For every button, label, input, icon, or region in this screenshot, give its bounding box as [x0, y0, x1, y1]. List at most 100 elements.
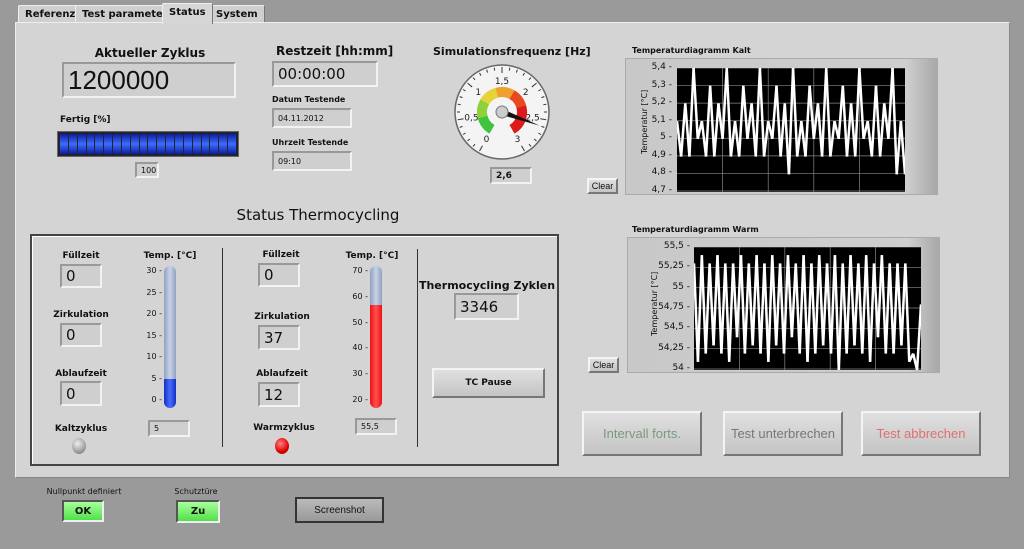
tab-status[interactable]: Status — [162, 3, 213, 24]
thermometer-scale-label: 20 - — [352, 395, 368, 404]
remaining-value: 00:00:00 — [272, 61, 378, 87]
progress-segment — [210, 134, 219, 154]
cold-temp-value: 5 — [148, 420, 190, 437]
cold-circ-label: Zirkulation — [53, 310, 109, 320]
warm-thermometer — [370, 266, 382, 408]
thermometer-scale-label: 30 - — [146, 266, 162, 275]
y-tick-label: 5,3 - — [651, 79, 672, 90]
warm-fill-label: Füllzeit — [262, 250, 300, 260]
zero-point-label: Nullpunkt definiert — [46, 487, 122, 496]
progress-label: Fertig [%] — [60, 115, 111, 125]
tc-pause-button[interactable]: TC Pause — [432, 368, 545, 398]
y-tick-label: 5 - — [660, 132, 672, 143]
cold-chart: Temperatur [°C] 5,4 -5,3 -5,2 -5,1 -5 -4… — [625, 58, 938, 195]
progress-segment — [192, 134, 201, 154]
progress-segment — [104, 134, 113, 154]
cold-clear-button[interactable]: Clear — [587, 178, 618, 194]
thermometer-scale-label: 30 - — [352, 369, 368, 379]
gauge-color-band — [495, 87, 515, 100]
y-tick-label: 54,75 - — [658, 302, 690, 312]
thermometer-scale-label: 25 - — [146, 287, 162, 297]
divider — [222, 248, 223, 447]
y-tick-label: 5,2 - — [651, 97, 672, 108]
progress-value: 100 — [135, 162, 159, 178]
tab-test-parameter[interactable]: Test parameter — [75, 5, 175, 23]
warm-fill-value: 0 — [258, 263, 300, 287]
cold-cycle-led — [72, 438, 86, 454]
gauge-tick-label: 0 — [484, 135, 490, 145]
cycles-label: Thermocycling Zyklen — [418, 279, 556, 292]
cold-thermometer — [164, 266, 176, 408]
thermometer-scale-label: 50 - — [352, 317, 368, 327]
thermometer-scale-label: 20 - — [146, 309, 162, 318]
gauge-tick — [493, 67, 496, 71]
divider — [417, 249, 418, 447]
cycles-value: 3346 — [454, 293, 519, 320]
cold-chart-title: Temperaturdiagramm Kalt — [632, 46, 751, 55]
thermometer-scale-label: 15 - — [146, 330, 162, 340]
progress-segment — [201, 134, 210, 154]
thermometer-scale-label: 0 - — [151, 395, 162, 404]
thermometer-scale-label: 10 - — [146, 352, 162, 361]
warm-cycle-label: Warmzyklus — [253, 423, 315, 433]
cold-temp-label: Temp. [°C] — [143, 251, 197, 261]
progress-bar — [57, 131, 239, 157]
progress-segment — [68, 134, 77, 154]
y-tick-label: 5,4 - — [651, 62, 672, 72]
progress-segment — [121, 134, 130, 154]
progress-segment — [183, 134, 192, 154]
safety-door-label: Schutztüre — [174, 487, 218, 496]
end-time-value: 09:10 — [272, 151, 352, 171]
gauge-label: Simulationsfrequenz [Hz] — [433, 45, 591, 58]
gauge-tick-label: 3 — [515, 135, 521, 145]
warm-drain-label: Ablaufzeit — [256, 369, 308, 379]
y-tick-label: 55 - — [672, 281, 690, 292]
progress-segment — [86, 134, 95, 154]
end-date-value: 04.11.2012 — [272, 108, 352, 128]
progress-segment — [130, 134, 139, 154]
y-tick-label: 4,9 - — [651, 149, 672, 160]
warm-cycle-led — [275, 438, 289, 454]
progress-segment — [60, 134, 68, 154]
gauge-value: 2,6 — [490, 167, 532, 184]
progress-segment — [77, 134, 86, 154]
y-tick-label: 54 - — [672, 363, 690, 373]
gauge-tick-label: 0,5 — [464, 113, 478, 123]
y-tick-label: 5,1 - — [651, 114, 672, 125]
abort-test-button[interactable]: Test abbrechen — [861, 411, 981, 456]
cold-circ-value: 0 — [60, 323, 102, 347]
warm-circ-label: Zirkulation — [254, 312, 310, 322]
gauge-tick-label: 1 — [475, 88, 481, 98]
tab-system[interactable]: System — [209, 5, 265, 23]
y-tick-label: 54,5 - — [663, 322, 690, 333]
progress-segment — [95, 134, 104, 154]
warm-temp-value: 55,5 — [355, 418, 397, 435]
end-date-label: Datum Testende — [272, 95, 346, 104]
y-tick-label: 54,25 - — [658, 342, 690, 353]
zero-point-indicator: OK — [62, 500, 104, 522]
continue-interval-button[interactable]: Intervall forts. — [582, 411, 702, 456]
warm-circ-value: 37 — [258, 325, 300, 350]
safety-door-indicator: Zu — [176, 500, 220, 523]
progress-segment — [157, 134, 166, 154]
progress-segment — [219, 134, 228, 154]
cold-drain-label: Ablaufzeit — [55, 369, 107, 379]
progress-segment — [113, 134, 121, 154]
cold-fill-label: Füllzeit — [62, 251, 100, 261]
warm-chart: Temperatur [°C] 55,5 -55,25 -55 -54,75 -… — [627, 237, 940, 373]
interrupt-test-button[interactable]: Test unterbrechen — [723, 411, 843, 456]
warm-plot-area — [694, 247, 921, 370]
gauge-tick-label: 2 — [523, 88, 529, 98]
cycle-label: Aktueller Zyklus — [94, 46, 206, 60]
end-time-label: Uhrzeit Testende — [272, 138, 349, 147]
warm-temp-label: Temp. [°C] — [345, 251, 399, 261]
gauge-tick-label: 1,5 — [495, 77, 509, 87]
thermometer-scale-label: 5 - — [151, 373, 162, 383]
tab-referenz[interactable]: Referenz — [18, 5, 83, 23]
thermometer-scale-label: 40 - — [352, 343, 368, 353]
thermo-title: Status Thermocycling — [236, 206, 400, 224]
cycle-value: 1200000 — [62, 62, 236, 98]
warm-clear-button[interactable]: Clear — [588, 357, 619, 373]
thermometer-scale-label: 60 - — [352, 291, 368, 301]
screenshot-button[interactable]: Screenshot — [295, 497, 384, 523]
